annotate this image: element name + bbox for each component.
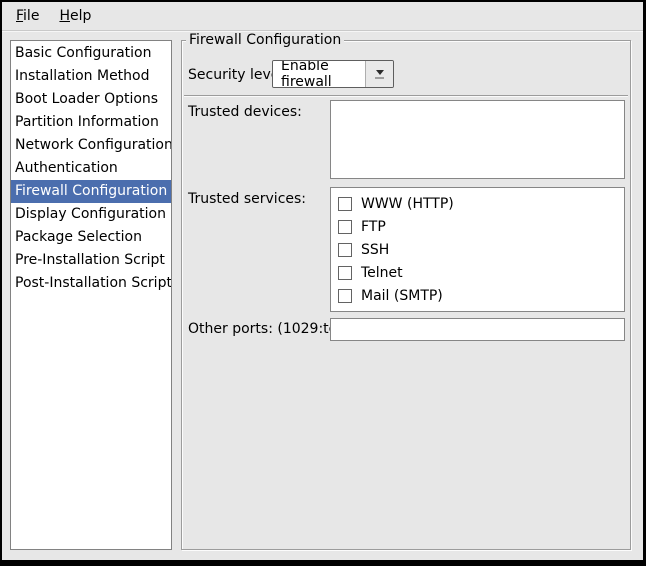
menu-help[interactable]: Help	[49, 5, 101, 28]
checkbox-mail-smtp[interactable]	[338, 289, 352, 303]
arrow-triangle	[376, 70, 384, 75]
checkbox-telnet[interactable]	[338, 266, 352, 280]
arrow-bar	[375, 77, 384, 79]
service-label: SSH	[361, 242, 389, 258]
kickstart-configurator-window: File Help Basic Configuration Installati…	[0, 0, 646, 566]
security-level-value: Enable firewall	[273, 61, 365, 87]
service-label: FTP	[361, 219, 386, 235]
sidebar-item-package-selection[interactable]: Package Selection	[11, 226, 171, 249]
trusted-devices-list[interactable]	[330, 100, 625, 179]
sidebar-item-authentication[interactable]: Authentication	[11, 157, 171, 180]
service-label: WWW (HTTP)	[361, 196, 454, 212]
service-label: Mail (SMTP)	[361, 288, 443, 304]
security-level-select[interactable]: Enable firewall	[272, 60, 394, 88]
service-row-ftp: FTP	[338, 215, 624, 238]
service-row-www-http: WWW (HTTP)	[338, 192, 624, 215]
other-ports-input[interactable]	[330, 318, 625, 341]
trusted-services-label: Trusted services:	[188, 191, 306, 207]
other-ports-label: Other ports: (1029:tcp)	[188, 321, 351, 337]
checkbox-ssh[interactable]	[338, 243, 352, 257]
sidebar-item-display-configuration[interactable]: Display Configuration	[11, 203, 171, 226]
sidebar-item-pre-installation-script[interactable]: Pre-Installation Script	[11, 249, 171, 272]
service-row-ssh: SSH	[338, 238, 624, 261]
sidebar-item-network-configuration[interactable]: Network Configuration	[11, 134, 171, 157]
sidebar-item-firewall-configuration[interactable]: Firewall Configuration	[11, 180, 171, 203]
sidebar-item-partition-information[interactable]: Partition Information	[11, 111, 171, 134]
sidebar-item-installation-method[interactable]: Installation Method	[11, 65, 171, 88]
sidebar-item-boot-loader-options[interactable]: Boot Loader Options	[11, 88, 171, 111]
menu-file[interactable]: File	[6, 5, 49, 28]
sidebar-item-post-installation-script[interactable]: Post-Installation Script	[11, 272, 171, 295]
trusted-devices-label: Trusted devices:	[188, 104, 302, 120]
firewall-configuration-frame: Firewall Configuration Security level: E…	[181, 40, 631, 550]
sidebar-section-list: Basic Configuration Installation Method …	[10, 40, 172, 550]
service-label: Telnet	[361, 265, 403, 281]
menubar: File Help	[2, 2, 643, 31]
sidebar-item-basic-configuration[interactable]: Basic Configuration	[11, 42, 171, 65]
trusted-services-list: WWW (HTTP) FTP SSH Telnet Mail (SMTP)	[330, 187, 625, 312]
checkbox-www-http[interactable]	[338, 197, 352, 211]
chevron-down-icon[interactable]	[365, 61, 393, 87]
service-row-mail-smtp: Mail (SMTP)	[338, 284, 624, 307]
frame-title: Firewall Configuration	[186, 32, 344, 48]
checkbox-ftp[interactable]	[338, 220, 352, 234]
service-row-telnet: Telnet	[338, 261, 624, 284]
horizontal-separator	[184, 95, 628, 97]
